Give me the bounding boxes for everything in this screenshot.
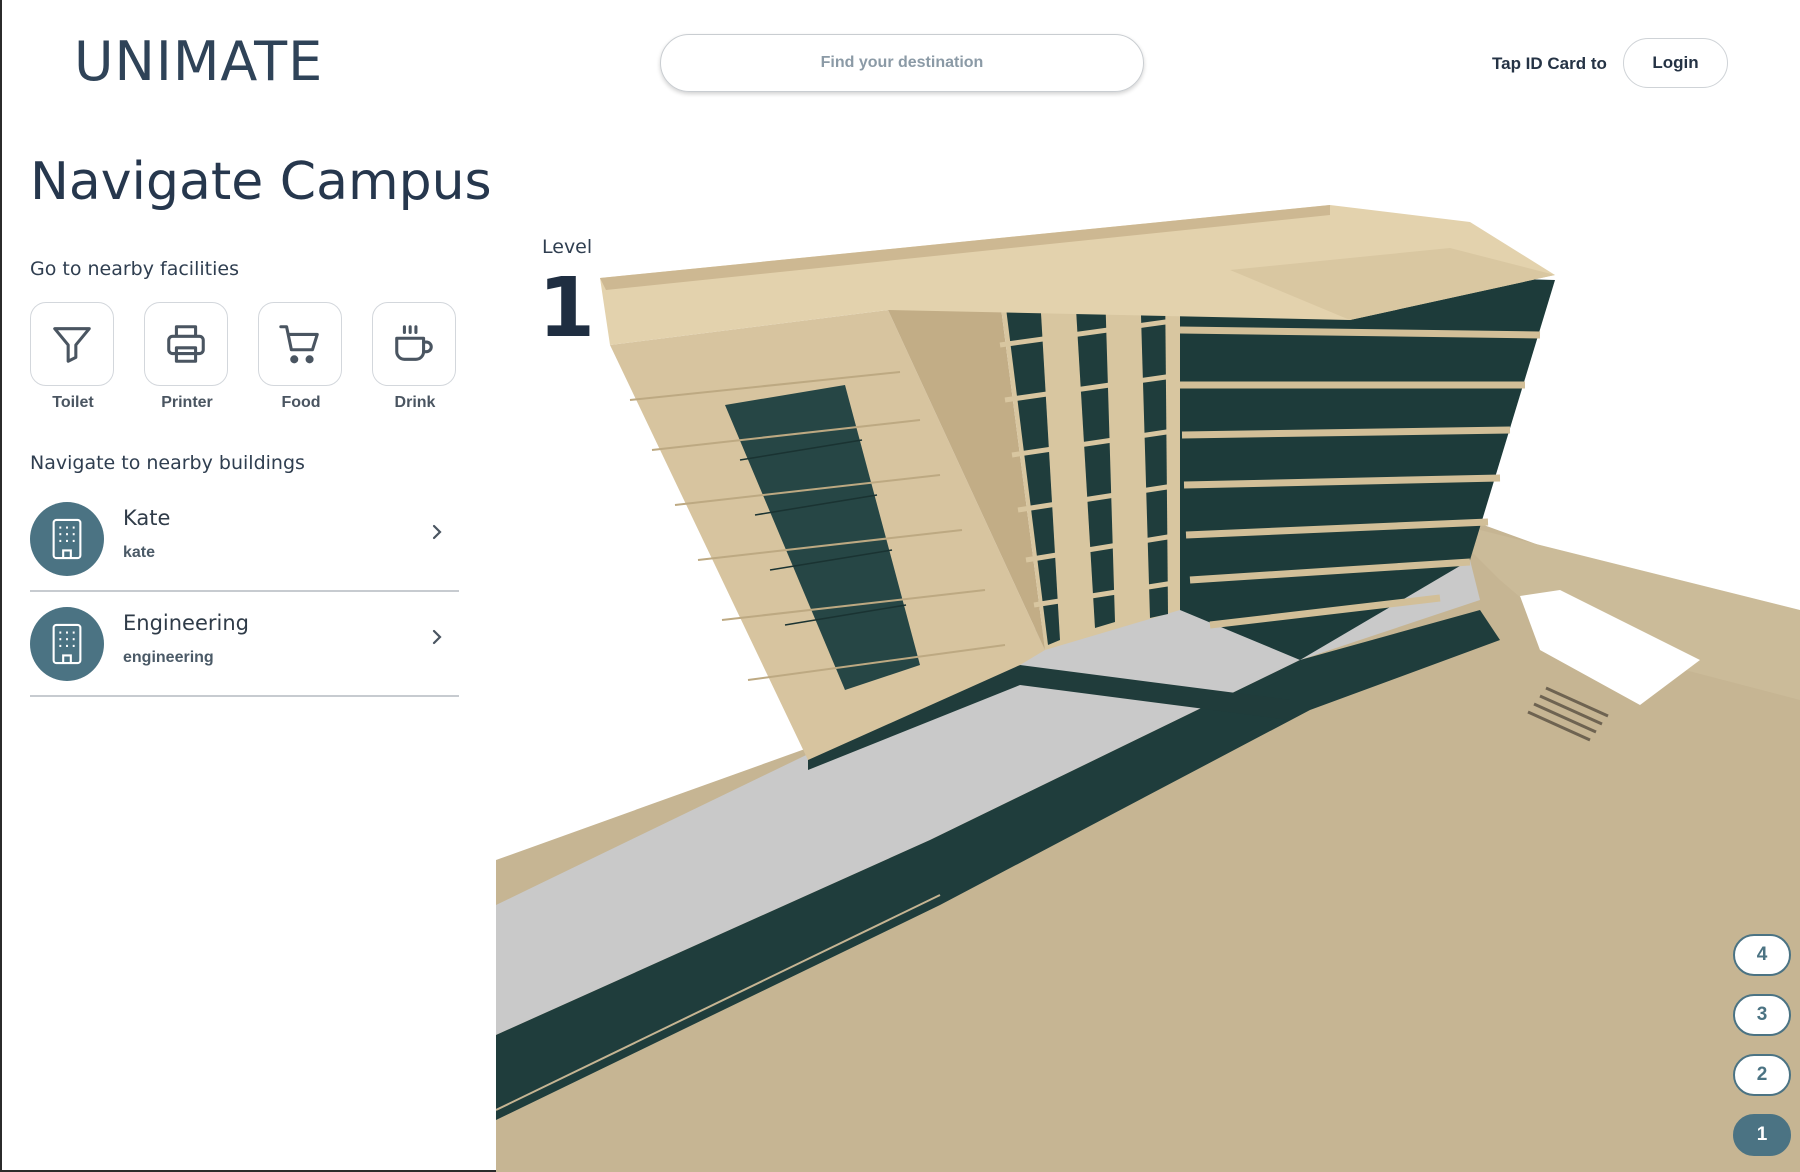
level-button-3[interactable]: 3 xyxy=(1733,994,1791,1036)
building-icon xyxy=(30,502,104,576)
level-button-4[interactable]: 4 xyxy=(1733,934,1791,976)
facility-label: Food xyxy=(281,394,321,411)
building-name: Kate xyxy=(123,506,171,530)
level-button-2[interactable]: 2 xyxy=(1733,1054,1791,1096)
search-input[interactable]: Find your destination xyxy=(660,34,1144,92)
app-logo: UNIMATE xyxy=(74,30,324,93)
facility-printer[interactable]: Printer xyxy=(144,302,230,412)
level-button-1[interactable]: 1 xyxy=(1733,1114,1791,1156)
cart-icon xyxy=(258,302,342,386)
building-icon xyxy=(30,607,104,681)
building-item-kate[interactable]: Kate kate xyxy=(30,488,459,592)
current-level: 1 xyxy=(538,261,596,356)
facility-label: Toilet xyxy=(52,394,94,411)
building-name: Engineering xyxy=(123,611,249,635)
buildings-heading: Navigate to nearby buildings xyxy=(30,452,305,474)
page-title: Navigate Campus xyxy=(30,152,492,212)
facility-drink[interactable]: Drink xyxy=(372,302,458,412)
facility-food[interactable]: Food xyxy=(258,302,344,412)
chevron-right-icon xyxy=(429,522,445,546)
coffee-cup-icon xyxy=(372,302,456,386)
printer-icon xyxy=(144,302,228,386)
login-button[interactable]: Login xyxy=(1623,38,1728,88)
tap-id-text: Tap ID Card to xyxy=(1492,54,1607,73)
filter-icon xyxy=(30,302,114,386)
facility-label: Printer xyxy=(161,394,213,411)
building-id: kate xyxy=(123,544,156,561)
facility-label: Drink xyxy=(394,394,436,411)
campus-3d-map[interactable] xyxy=(496,190,1800,1172)
facility-toilet[interactable]: Toilet xyxy=(30,302,116,412)
building-id: engineering xyxy=(123,649,214,666)
building-item-engineering[interactable]: Engineering engineering xyxy=(30,593,459,697)
chevron-right-icon xyxy=(429,627,445,651)
level-label: Level xyxy=(542,236,593,258)
facilities-heading: Go to nearby facilities xyxy=(30,258,239,280)
